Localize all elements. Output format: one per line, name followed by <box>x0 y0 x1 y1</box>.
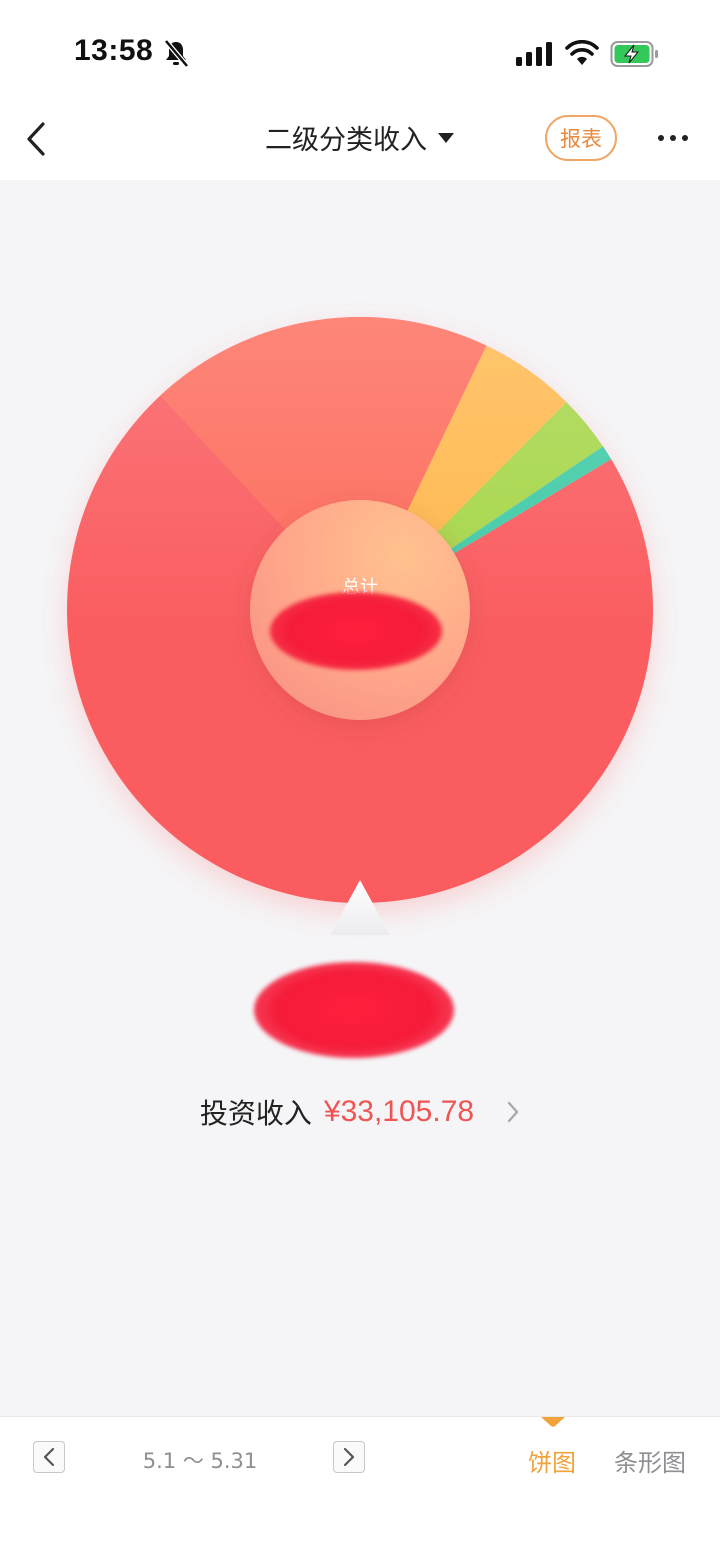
caret-down-icon <box>438 132 454 143</box>
tab-bar-chart[interactable]: 条形图 <box>614 1443 686 1478</box>
selected-category-row[interactable]: 投资收入 ¥33,105.78 <box>0 1092 720 1132</box>
bottom-bar: 5.1 ～ 5.31 饼图 条形图 <box>0 1416 720 1561</box>
nav-bar: 二级分类收入 报表 <box>0 100 720 180</box>
tab-pie-chart[interactable]: 饼图 <box>528 1443 576 1478</box>
pie-chart[interactable]: 总计 <box>0 200 720 960</box>
category-amount: ¥33,105.78 <box>323 1095 475 1128</box>
status-bar: 13:58 <box>0 0 720 100</box>
signal-icon <box>516 42 552 66</box>
page-title: 二级分类收入 <box>265 125 427 156</box>
chevron-left-icon <box>43 1447 55 1467</box>
wifi-icon <box>565 40 599 65</box>
report-button[interactable]: 报表 <box>545 115 617 161</box>
redacted-selected-value <box>254 962 454 1058</box>
active-tab-indicator <box>541 1417 565 1427</box>
date-range: 5.1 ～ 5.31 <box>142 1449 258 1473</box>
category-name: 投资收入 <box>199 1097 312 1130</box>
battery-charging-icon <box>610 41 658 67</box>
more-icon[interactable] <box>655 130 691 146</box>
redacted-total-amount <box>270 592 442 670</box>
next-period-button[interactable] <box>333 1441 365 1473</box>
chevron-right-icon <box>507 1101 519 1123</box>
bell-mute-icon <box>164 39 189 68</box>
prev-period-button[interactable] <box>33 1441 65 1473</box>
chevron-right-icon <box>343 1447 355 1467</box>
status-time: 13:58 <box>74 34 154 67</box>
